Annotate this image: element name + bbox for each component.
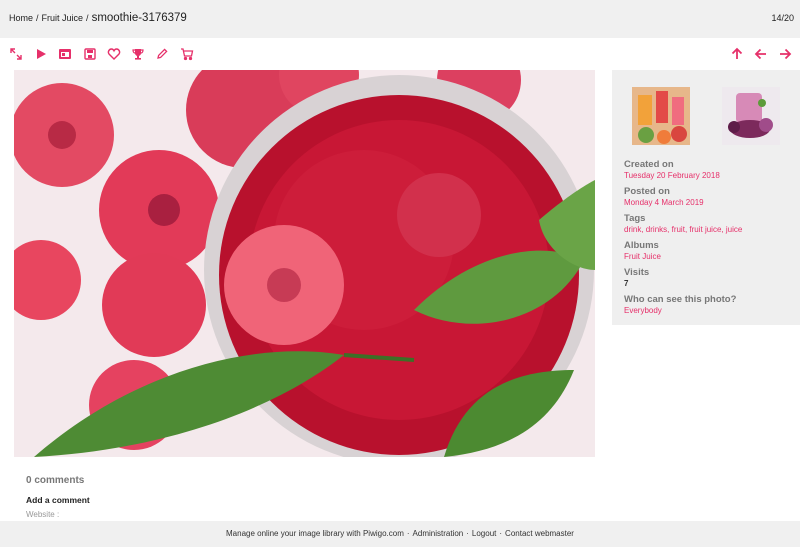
breadcrumb: Home / Fruit Juice / smoothie-3176379 bbox=[9, 12, 187, 24]
album-link[interactable]: Fruit Juice bbox=[624, 252, 661, 261]
fullscreen-icon[interactable] bbox=[9, 47, 23, 61]
add-comment-heading: Add a comment bbox=[26, 495, 90, 505]
albums-value: Fruit Juice bbox=[624, 251, 796, 263]
page-title: smoothie-3176379 bbox=[91, 12, 187, 24]
arrow-up-icon[interactable] bbox=[730, 47, 744, 61]
contact-webmaster-link[interactable]: Contact webmaster bbox=[505, 529, 574, 538]
breadcrumb-separator: / bbox=[86, 13, 89, 23]
visits-value: 7 bbox=[624, 279, 629, 288]
footer: Manage online your image library with Pi… bbox=[0, 521, 800, 547]
breadcrumb-separator: / bbox=[36, 13, 39, 23]
heart-icon[interactable] bbox=[107, 47, 121, 61]
tags-label: Tags bbox=[624, 213, 646, 224]
permissions-value: Everybody bbox=[624, 305, 796, 317]
piwigo-link[interactable]: Manage online your image library with Pi… bbox=[226, 529, 404, 538]
info-sidebar: Created on Tuesday 20 February 2018 Post… bbox=[612, 70, 800, 325]
tag-link[interactable]: drinks bbox=[646, 225, 667, 234]
image-toolbar bbox=[0, 38, 800, 70]
tags-value: drink, drinks, fruit, fruit juice, juice bbox=[624, 225, 743, 234]
permissions-link[interactable]: Everybody bbox=[624, 306, 662, 315]
tag-link[interactable]: drink bbox=[624, 225, 641, 234]
arrow-left-icon[interactable] bbox=[754, 47, 768, 61]
trophy-icon[interactable] bbox=[131, 47, 145, 61]
edit-icon[interactable] bbox=[155, 47, 169, 61]
posted-value: Monday 4 March 2019 bbox=[624, 197, 796, 209]
image-info-list: Created on Tuesday 20 February 2018 Post… bbox=[624, 159, 796, 321]
tag-link[interactable]: fruit bbox=[672, 225, 685, 234]
footer-separator: · bbox=[466, 529, 469, 538]
arrow-right-icon[interactable] bbox=[778, 47, 792, 61]
tag-link[interactable]: juice bbox=[726, 225, 742, 234]
posted-label: Posted on bbox=[624, 186, 670, 197]
posted-date-link[interactable]: Monday 4 March 2019 bbox=[624, 198, 704, 207]
breadcrumb-album-link[interactable]: Fruit Juice bbox=[42, 13, 84, 23]
administration-link[interactable]: Administration bbox=[413, 529, 464, 538]
comments-count: 0 comments bbox=[26, 475, 85, 486]
properties-icon[interactable] bbox=[58, 47, 72, 61]
top-bar: Home / Fruit Juice / smoothie-3176379 14/20 bbox=[0, 0, 800, 38]
main-photo[interactable] bbox=[14, 70, 595, 457]
tag-link[interactable]: fruit juice bbox=[689, 225, 721, 234]
created-value: Tuesday 20 February 2018 bbox=[624, 170, 796, 182]
prev-thumbnail-image bbox=[632, 87, 690, 145]
logout-link[interactable]: Logout bbox=[472, 529, 496, 538]
permissions-label: Who can see this photo? bbox=[624, 294, 737, 305]
breadcrumb-home-link[interactable]: Home bbox=[9, 13, 33, 23]
albums-label: Albums bbox=[624, 240, 659, 251]
visits-label: Visits bbox=[624, 267, 650, 278]
play-icon[interactable] bbox=[34, 47, 48, 61]
footer-separator: · bbox=[406, 529, 410, 538]
image-counter: 14/20 bbox=[771, 13, 794, 23]
next-thumbnail-image bbox=[722, 87, 780, 145]
smoothie-photo-image bbox=[14, 70, 595, 457]
cart-icon[interactable] bbox=[180, 47, 194, 61]
next-thumbnail[interactable] bbox=[722, 87, 780, 145]
download-icon[interactable] bbox=[83, 47, 97, 61]
created-date-link[interactable]: Tuesday 20 February 2018 bbox=[624, 171, 720, 180]
footer-separator: · bbox=[499, 529, 503, 538]
website-field-label: Website : bbox=[26, 510, 60, 519]
created-label: Created on bbox=[624, 159, 674, 170]
prev-thumbnail[interactable] bbox=[632, 87, 690, 145]
